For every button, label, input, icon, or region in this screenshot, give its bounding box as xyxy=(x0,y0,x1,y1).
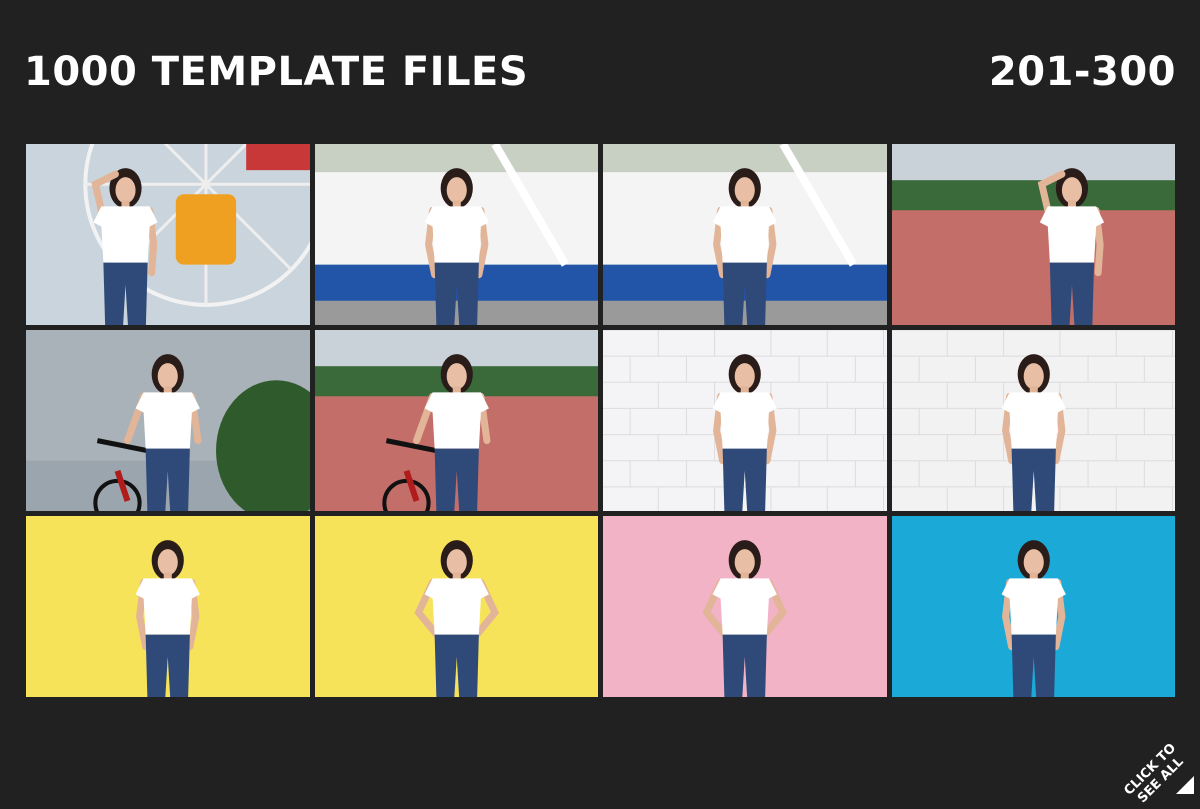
photo-tile-amusement-ride xyxy=(314,144,598,325)
photo-tile-yellow-backdrop xyxy=(314,516,598,697)
photo-yellow-backdrop xyxy=(314,516,598,697)
photo-white-brick-wall xyxy=(891,330,1175,511)
page-title: 1000 TEMPLATE FILES xyxy=(24,49,529,95)
photo-white-brick-wall xyxy=(603,330,887,511)
photo-tile-yellow-backdrop xyxy=(26,516,310,697)
photo-tile-ferris-wheel xyxy=(26,144,310,325)
photo-tile-blue-backdrop xyxy=(891,516,1175,697)
photo-tile-plaza-bicycle xyxy=(314,330,598,511)
see-all-label: CLICK TO SEE ALL xyxy=(1122,741,1190,809)
file-range-label: 201-300 xyxy=(988,49,1176,95)
photo-tile-sky-bicycle xyxy=(26,330,310,511)
photo-tile-white-brick-wall xyxy=(603,330,887,511)
photo-amusement-ride xyxy=(603,144,887,325)
photo-plaza-bicycle xyxy=(314,330,598,511)
corner-arrow-icon xyxy=(1176,776,1194,794)
see-all-button[interactable]: CLICK TO SEE ALL xyxy=(1090,690,1200,806)
photo-yellow-backdrop xyxy=(26,516,310,697)
photo-sky-bicycle xyxy=(26,330,310,511)
photo-grid xyxy=(26,144,1175,697)
photo-plaza-bicycle xyxy=(891,144,1175,325)
photo-blue-backdrop xyxy=(891,516,1175,697)
photo-tile-plaza-bicycle xyxy=(891,144,1175,325)
photo-tile-amusement-ride xyxy=(603,144,887,325)
photo-tile-pink-backdrop xyxy=(603,516,887,697)
photo-amusement-ride xyxy=(314,144,598,325)
photo-pink-backdrop xyxy=(603,516,887,697)
photo-ferris-wheel xyxy=(26,144,310,325)
photo-tile-white-brick-wall xyxy=(891,330,1175,511)
